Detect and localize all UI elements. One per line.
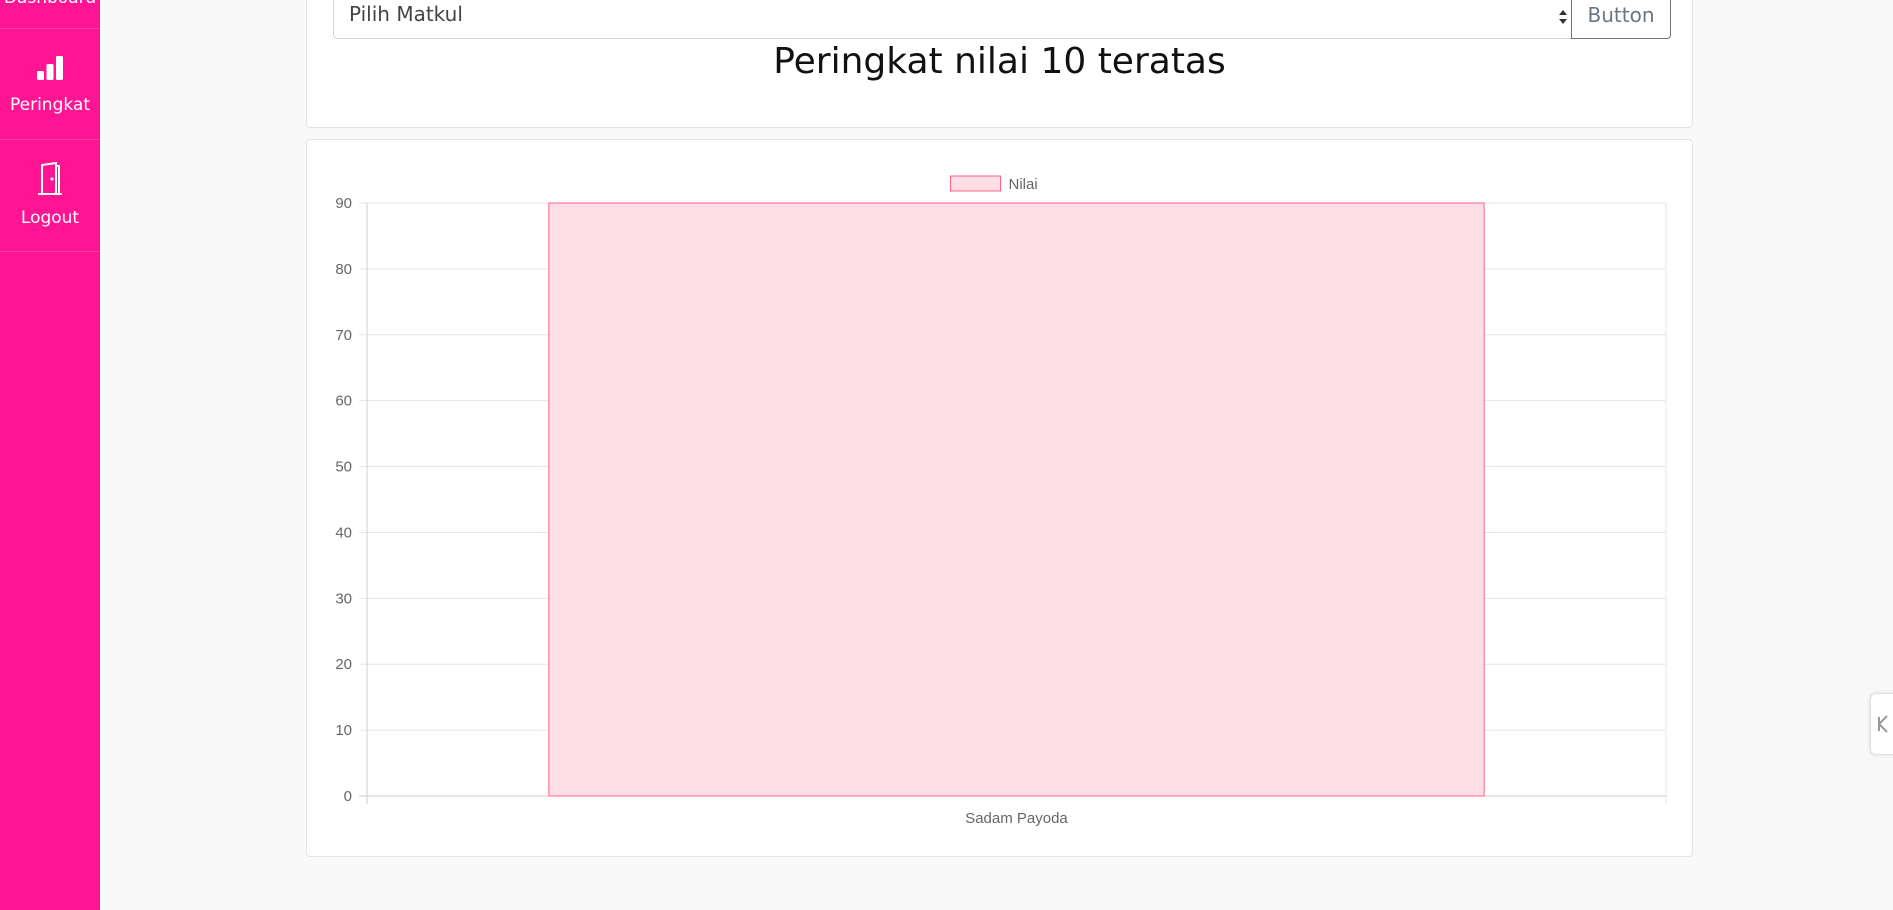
door-icon [38,162,62,195]
sidebar-item-logout[interactable]: Logout [0,140,100,252]
y-tick-label: 80 [335,261,352,278]
y-tick-label: 90 [335,195,352,212]
sort-caret-icon [1559,10,1567,24]
bar-sadam-payoda [548,202,1485,797]
side-panel-handle[interactable] [1870,693,1893,755]
y-tick-label: 50 [335,459,352,476]
y-tick-label: 10 [335,722,352,739]
sidebar-item-label: Dashboard [0,0,100,8]
y-tick-label: 0 [344,788,352,805]
matkul-select-value: Pilih Matkul [349,2,463,26]
chart-card: 0 10 20 30 40 50 60 70 80 90 Sadam Payoda Nilai [306,139,1693,857]
y-tick-label: 20 [335,656,352,673]
legend-label: Nilai [1009,176,1038,193]
legend-swatch [950,175,1001,192]
bar-chart: 0 10 20 30 40 50 60 70 80 90 Sadam Payoda Nilai [335,175,1667,827]
sidebar-item-label: Logout [20,208,80,228]
collapse-icon [1878,715,1888,733]
sidebar-item-dashboard[interactable]: Dashboard [0,0,100,29]
bar-chart-icon [37,56,63,80]
filter-card: Pilih Matkul Button Peringkat nilai 10 t… [306,0,1693,128]
page-title: Peringkat nilai 10 teratas [773,41,1226,82]
y-tick-label: 60 [335,393,352,410]
y-tick-label: 70 [335,327,352,344]
submit-button[interactable]: Button [1571,0,1671,39]
y-tick-label: 40 [335,524,352,541]
sidebar-item-peringkat[interactable]: Peringkat [0,29,100,140]
y-tick-label: 30 [335,590,352,607]
matkul-select[interactable]: Pilih Matkul [333,0,1581,39]
sidebar: Dashboard Peringkat Logout [0,0,100,910]
x-tick-label: Sadam Payoda [965,810,1068,827]
sidebar-item-label: Peringkat [9,95,90,115]
